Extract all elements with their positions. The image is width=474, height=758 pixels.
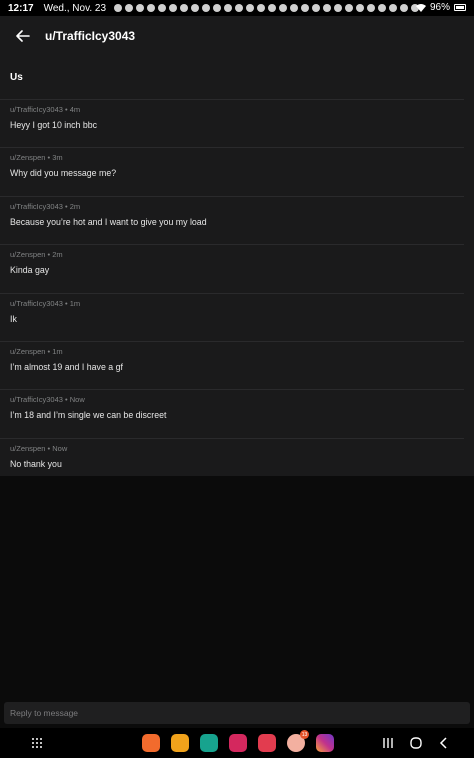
notification-icon	[345, 4, 354, 12]
reply-input[interactable]: Reply to message	[4, 702, 470, 724]
battery-icon	[454, 4, 466, 11]
app-dock: 13	[142, 730, 334, 752]
notification-badge: 13	[300, 730, 309, 739]
battery-percent: 96%	[429, 2, 450, 13]
status-date: Wed., Nov. 23	[43, 2, 107, 14]
home-button[interactable]	[408, 735, 424, 751]
notification-icon	[246, 4, 255, 12]
video-app-icon[interactable]	[258, 734, 276, 752]
message-body: Heyy I got 10 inch bbc	[10, 120, 98, 130]
recents-button[interactable]	[380, 735, 396, 751]
avatar-app-icon[interactable]: 13	[287, 730, 309, 752]
wifi-icon	[415, 3, 426, 12]
back-nav-button[interactable]	[436, 735, 452, 751]
arrow-left-icon	[16, 30, 30, 42]
message-item: u/Zenspen • 2m Kinda gay	[0, 244, 464, 292]
notification-icon	[224, 4, 233, 12]
notification-icon	[191, 4, 200, 12]
notification-icon	[268, 4, 277, 12]
message-meta[interactable]: u/TrafficIcy3043 • 2m	[10, 202, 464, 211]
notification-icon	[213, 4, 222, 12]
message-item: u/Zenspen • 1m I’m almost 19 and I have …	[0, 340, 464, 389]
instagram-icon[interactable]	[316, 734, 334, 752]
chevron-left-icon	[439, 737, 447, 749]
message-item: u/Zenspen • 3m Why did you message me?	[0, 147, 464, 195]
notification-icon	[301, 4, 310, 12]
notification-icon	[356, 4, 365, 12]
message-body: No thank you	[10, 458, 62, 469]
message-meta[interactable]: u/TrafficIcy3043 • Now	[10, 395, 464, 404]
back-button[interactable]	[3, 16, 43, 56]
app-1-icon[interactable]	[142, 734, 160, 752]
notification-icon	[334, 4, 343, 12]
message-item: u/Zenspen • Now No thank you	[0, 437, 464, 486]
message-body: Kinda gay	[10, 265, 50, 276]
notification-icon	[180, 4, 189, 12]
message-meta[interactable]: u/Zenspen • 1m	[10, 347, 464, 356]
notification-icon	[279, 4, 288, 12]
notification-icon	[125, 4, 134, 12]
notification-icon	[202, 4, 211, 12]
message-body: I’m almost 19 and I have a gf	[10, 361, 123, 372]
message-meta[interactable]: u/Zenspen • 3m	[10, 153, 464, 162]
app-header: u/TrafficIcy3043	[0, 16, 474, 56]
notification-icon	[323, 4, 332, 12]
notification-icon	[235, 4, 244, 12]
notification-icon	[158, 4, 167, 12]
thread-subject: Us	[10, 72, 23, 83]
status-bar: 12:17 Wed., Nov. 23 96%	[0, 0, 474, 16]
recents-icon	[383, 738, 393, 748]
status-right: 96%	[415, 2, 466, 13]
message-body: Because you’re hot and I want to give yo…	[10, 216, 207, 227]
notification-icon	[169, 4, 178, 12]
message-body: Why did you message me?	[10, 168, 117, 179]
message-item: u/TrafficIcy3043 • 2m Because you’re hot…	[0, 195, 464, 244]
notification-icons	[114, 4, 420, 12]
notification-icon	[136, 4, 145, 12]
app-2-icon[interactable]	[171, 734, 189, 752]
home-icon	[410, 737, 422, 749]
message-item: u/TrafficIcy3043 • 1m Ik	[0, 292, 464, 341]
message-meta[interactable]: u/Zenspen • Now	[10, 444, 464, 453]
notification-icon	[389, 4, 398, 12]
message-meta[interactable]: u/Zenspen • 2m	[10, 250, 464, 259]
notification-icon	[290, 4, 299, 12]
notification-icon	[114, 4, 123, 12]
message-meta[interactable]: u/TrafficIcy3043 • 1m	[10, 299, 464, 308]
notification-icon	[400, 4, 409, 12]
message-body: Ik	[10, 313, 17, 324]
flower-app-icon[interactable]	[229, 734, 247, 752]
notification-icon	[147, 4, 156, 12]
message-meta[interactable]: u/TrafficIcy3043 • 4m	[10, 105, 464, 114]
message-thread: Us u/TrafficIcy3043 • 4m Heyy I got 10 i…	[0, 56, 474, 476]
calendar-icon[interactable]	[200, 734, 218, 752]
message-body: I’m 18 and I’m single we can be discreet	[10, 410, 167, 421]
notification-icon	[367, 4, 376, 12]
notification-icon	[257, 4, 266, 12]
page-title: u/TrafficIcy3043	[45, 29, 136, 43]
notification-icon	[378, 4, 387, 12]
message-item: u/TrafficIcy3043 • 4m Heyy I got 10 inch…	[0, 99, 464, 147]
notification-icon	[312, 4, 321, 12]
status-time: 12:17	[8, 2, 34, 14]
app-grid-icon[interactable]	[31, 737, 43, 749]
navigation-bar: 13	[0, 728, 474, 758]
message-item: u/TrafficIcy3043 • Now I’m 18 and I’m si…	[0, 389, 464, 437]
